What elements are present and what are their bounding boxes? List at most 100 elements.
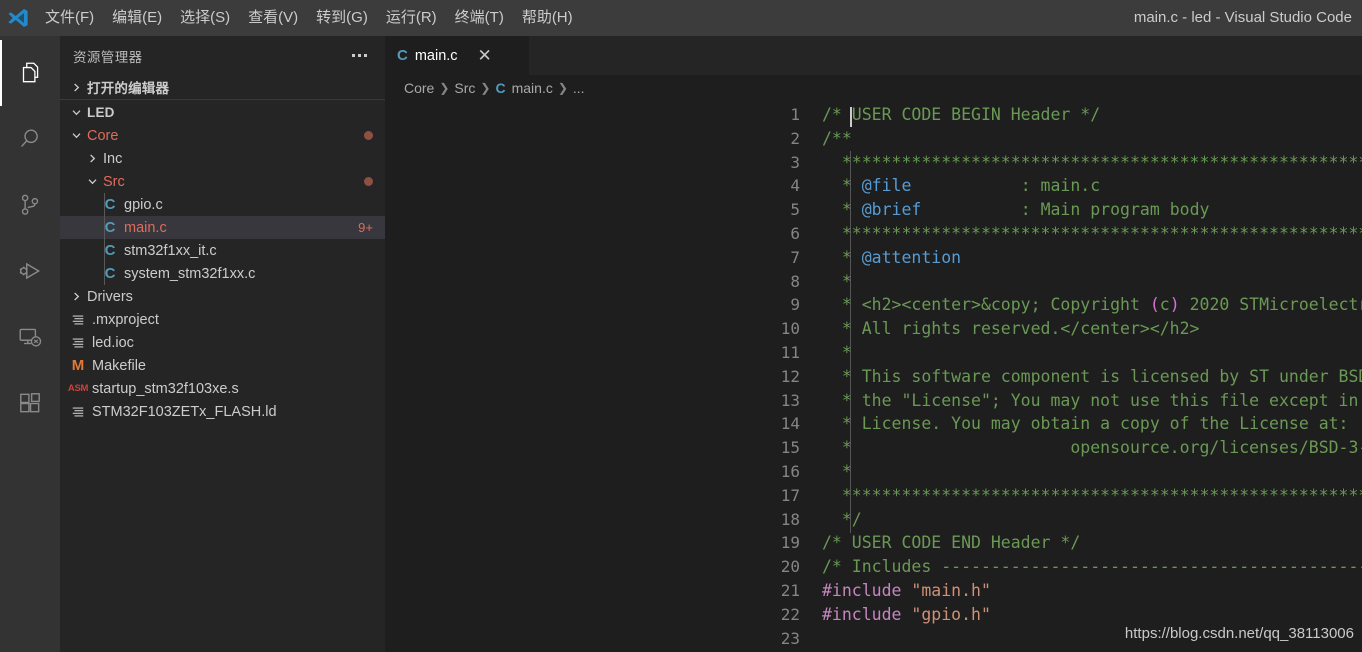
- code-token: /**: [822, 128, 852, 148]
- tree-item-gpio-c[interactable]: Cgpio.c: [60, 193, 385, 216]
- code-token: *: [822, 271, 852, 291]
- tree-item-main-c[interactable]: Cmain.c 9+: [60, 216, 385, 239]
- line-number: 20: [780, 557, 800, 577]
- c-file-icon: C: [104, 219, 116, 236]
- sidebar-header: 资源管理器: [60, 36, 385, 75]
- code-line: 15 * opensource.org/licenses/BSD-3-Claus…: [385, 436, 1362, 460]
- modified-dot-badge: [364, 131, 373, 140]
- code-editor[interactable]: 1/* USER CODE BEGIN Header */2/** 3 *****…: [385, 100, 1362, 652]
- section-open-editors-label: 打开的编辑器: [87, 81, 170, 96]
- close-icon[interactable]: ✕: [477, 47, 493, 64]
- line-text[interactable]: /* Includes ----------------------------…: [822, 555, 1362, 579]
- menu-go[interactable]: 转到(G): [307, 0, 377, 36]
- line-text[interactable]: /* USER CODE END Header */: [822, 531, 1080, 555]
- activity-item-run-debug[interactable]: [0, 238, 60, 304]
- menu-terminal[interactable]: 终端(T): [446, 0, 513, 36]
- tree-item-core[interactable]: Core: [60, 124, 385, 147]
- code-token: ****************************************…: [841, 152, 1362, 172]
- line-number: 11: [780, 342, 800, 362]
- activity-item-explorer[interactable]: [0, 40, 60, 106]
- activity-item-source-control[interactable]: [0, 172, 60, 238]
- line-number: 17: [780, 485, 800, 505]
- tree-item-inc[interactable]: Inc: [60, 147, 385, 170]
- line-text[interactable]: #include "main.h": [822, 579, 991, 603]
- line-text[interactable]: #include "gpio.h": [822, 603, 991, 627]
- menu-help[interactable]: 帮助(H): [513, 0, 582, 36]
- line-text[interactable]: *: [822, 460, 852, 484]
- code-line: 3 **************************************…: [385, 151, 1362, 175]
- c-file-icon: C: [104, 242, 116, 259]
- line-text[interactable]: * This software component is licensed by…: [822, 365, 1362, 389]
- tree-item-src[interactable]: Src: [60, 170, 385, 193]
- line-text[interactable]: ****************************************…: [822, 484, 1362, 508]
- activity-bar: [0, 36, 60, 652]
- menu-edit[interactable]: 编辑(E): [103, 0, 171, 36]
- code-line: 18 */: [385, 508, 1362, 532]
- line-text[interactable]: ****************************************…: [822, 222, 1362, 246]
- search-icon: [17, 126, 43, 152]
- file-tree: Core Inc Src Cgpio.c Cmain.c 9+ Cstm32f1xx_it.…: [60, 124, 385, 423]
- line-text[interactable]: /**: [822, 127, 852, 151]
- line-number: 9: [790, 295, 800, 315]
- menu-selection[interactable]: 选择(S): [171, 0, 239, 36]
- tab-label: main.c: [414, 47, 458, 64]
- line-text[interactable]: * License. You may obtain a copy of the …: [822, 412, 1349, 436]
- watermark-text: https://blog.csdn.net/qq_38113006: [1124, 625, 1354, 642]
- line-text[interactable]: /* USER CODE BEGIN Header */: [822, 103, 1100, 127]
- line-text[interactable]: * All rights reserved.</center></h2>: [822, 317, 1200, 341]
- editor-tabs-bar: C main.c ✕: [385, 36, 1362, 75]
- menu-view[interactable]: 查看(V): [239, 0, 307, 36]
- tree-item-stm32f103zetx-flash-ld[interactable]: STM32F103ZETx_FLASH.ld: [60, 400, 385, 423]
- activity-item-search[interactable]: [0, 106, 60, 172]
- tree-item-system-stm32f1xx-c[interactable]: Csystem_stm32f1xx.c: [60, 262, 385, 285]
- tree-item-makefile[interactable]: M Makefile: [60, 354, 385, 377]
- tree-item-led-ioc[interactable]: led.ioc: [60, 331, 385, 354]
- tree-item-label: Drivers: [87, 288, 133, 305]
- code-token: : Main program body: [921, 200, 1210, 220]
- c-file-icon: C: [397, 47, 408, 64]
- tree-item-label: stm32f1xx_it.c: [124, 242, 217, 259]
- code-token: * <h2><center>&copy; Copyright: [822, 295, 1150, 315]
- tree-item-label: Inc: [103, 150, 123, 167]
- line-text[interactable]: * @file : main.c: [822, 174, 1100, 198]
- line-number: 16: [780, 461, 800, 481]
- activity-item-remote-explorer[interactable]: [0, 304, 60, 370]
- tree-item-stm32f1xx-it-c[interactable]: Cstm32f1xx_it.c: [60, 239, 385, 262]
- section-open-editors[interactable]: 打开的编辑器: [60, 75, 385, 99]
- menu-run[interactable]: 运行(R): [377, 0, 446, 36]
- code-line: 2 /**: [385, 127, 1362, 151]
- line-text[interactable]: * @brief : Main program body: [822, 198, 1210, 222]
- tree-item-startup-stm32f103xe-s[interactable]: ASM startup_stm32f103xe.s: [60, 377, 385, 400]
- line-text[interactable]: * @attention: [822, 246, 961, 270]
- menu-file[interactable]: 文件(F): [36, 0, 103, 36]
- line-text[interactable]: */: [822, 508, 862, 532]
- code-line: 7 * @attention: [385, 246, 1362, 270]
- tree-item-mxproject[interactable]: .mxproject: [60, 308, 385, 331]
- code-line: 10 * All rights reserved.</center></h2>: [385, 317, 1362, 341]
- line-text[interactable]: * opensource.org/licenses/BSD-3-Clause: [822, 436, 1362, 460]
- code-line: 13 * the "License"; You may not use this…: [385, 389, 1362, 413]
- ellipsis-icon[interactable]: [352, 54, 373, 57]
- code-line: 5 * @brief : Main program body: [385, 198, 1362, 222]
- activity-item-extensions[interactable]: [0, 370, 60, 436]
- breadcrumb-item-src[interactable]: Src: [454, 80, 475, 96]
- tree-item-label: .mxproject: [92, 311, 159, 328]
- tree-item-label: Src: [103, 173, 125, 190]
- line-text[interactable]: *: [822, 270, 852, 294]
- section-project-root[interactable]: LED: [60, 99, 385, 124]
- line-text[interactable]: * the "License"; You may not use this fi…: [822, 389, 1362, 413]
- line-text[interactable]: *: [822, 341, 852, 365]
- workbench-body: 资源管理器 打开的编辑器 LED Core Inc Src C gpio.c C…: [0, 36, 1362, 652]
- breadcrumb-item-file[interactable]: main.c: [512, 80, 553, 96]
- line-text[interactable]: ****************************************…: [822, 151, 1362, 175]
- code-token: ****************************************…: [841, 223, 1362, 243]
- tab-main-c[interactable]: C main.c ✕: [385, 36, 530, 75]
- line-text[interactable]: * <h2><center>&copy; Copyright (c) 2020 …: [822, 293, 1362, 317]
- chevron-right-icon: [68, 79, 84, 95]
- code-line: 17 *************************************…: [385, 484, 1362, 508]
- chevron-down-icon: [68, 128, 84, 144]
- breadcrumb-item-core[interactable]: Core: [404, 80, 434, 96]
- code-line: 14 * License. You may obtain a copy of t…: [385, 412, 1362, 436]
- breadcrumb-item-symbol[interactable]: ...: [573, 80, 585, 96]
- tree-item-drivers[interactable]: Drivers: [60, 285, 385, 308]
